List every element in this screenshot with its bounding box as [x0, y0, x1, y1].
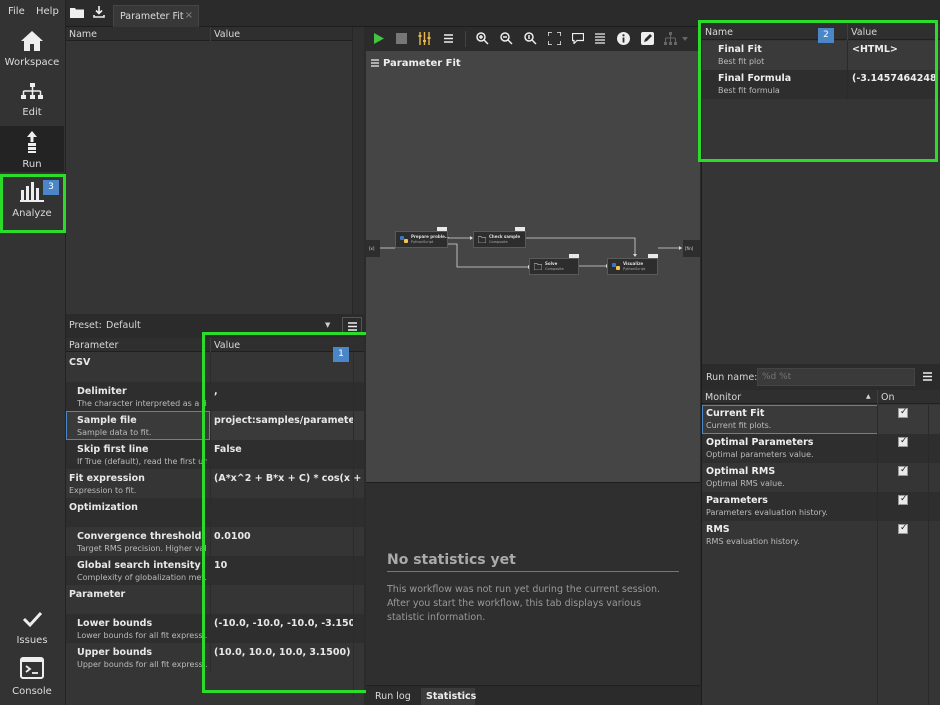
- sidebar-item-label: Issues: [16, 635, 48, 646]
- sidebar-item-label: Edit: [22, 107, 42, 118]
- chevron-down-icon[interactable]: [682, 37, 688, 41]
- monitor-row-optimal-rms[interactable]: Optimal RMS Optimal RMS value.: [702, 463, 940, 492]
- column-header-on[interactable]: On: [881, 392, 895, 403]
- sidebar-item-console[interactable]: Console: [0, 656, 64, 700]
- zoom-reset-icon[interactable]: [524, 32, 537, 45]
- workflow-output-port[interactable]: [fin]: [683, 240, 700, 257]
- folder-icon: [478, 236, 486, 243]
- monitor-row-rms[interactable]: RMS RMS evaluation history.: [702, 521, 940, 550]
- fit-view-icon[interactable]: [548, 32, 561, 45]
- stats-divider: [387, 571, 679, 572]
- variables-scrollbar[interactable]: [352, 27, 364, 314]
- sidebar-item-label: Run: [22, 159, 42, 170]
- column-header-name[interactable]: Name: [69, 29, 97, 40]
- node-check-sample[interactable]: Check sample Composite: [473, 227, 526, 248]
- sidebar-item-label: Console: [12, 686, 52, 697]
- node-visualize[interactable]: Visualize PythonScript: [607, 254, 658, 275]
- sidebar-item-issues[interactable]: Issues: [0, 608, 64, 648]
- comment-icon[interactable]: [572, 33, 584, 44]
- run-icon: [27, 131, 37, 153]
- sidebar: Workspace Edit Run Analyze 3 Issues Cons…: [0, 24, 66, 705]
- download-icon[interactable]: [93, 6, 105, 18]
- sliders-icon[interactable]: [418, 32, 431, 45]
- statistics-panel: No statistics yet This workflow was not …: [366, 482, 700, 705]
- monitor-row-parameters[interactable]: Parameters Parameters evaluation history…: [702, 492, 940, 521]
- monitor-checkbox[interactable]: [898, 523, 908, 534]
- column-header-parameter[interactable]: Parameter: [69, 340, 118, 351]
- node-port[interactable]: [437, 227, 447, 231]
- python-icon: [400, 236, 408, 243]
- monitor-checkbox[interactable]: [898, 436, 908, 447]
- folder-icon[interactable]: [70, 7, 84, 18]
- variables-panel: Name Value: [66, 27, 364, 314]
- highlight-box-1: [202, 332, 370, 693]
- stop-icon[interactable]: [396, 33, 407, 44]
- monitor-checkbox[interactable]: [898, 465, 908, 476]
- monitor-row-optimal-parameters[interactable]: Optimal Parameters Optimal parameters va…: [702, 434, 940, 463]
- python-icon: [612, 263, 620, 270]
- chevron-down-icon[interactable]: ▼: [325, 321, 330, 329]
- folder-icon: [534, 263, 542, 270]
- variables-header: Name Value: [66, 27, 364, 41]
- node-port[interactable]: [648, 254, 658, 258]
- menu-bar: File Help: [0, 0, 66, 24]
- highlight-box-3: [0, 174, 66, 233]
- monitor-checkbox[interactable]: [898, 494, 908, 505]
- zoom-in-icon[interactable]: [476, 32, 489, 45]
- zoom-out-icon[interactable]: [500, 32, 513, 45]
- bottom-tab-bar: Run log Statistics: [366, 685, 700, 705]
- column-header-value[interactable]: Value: [214, 29, 240, 40]
- sidebar-item-label: Workspace: [4, 57, 60, 68]
- node-port[interactable]: [569, 254, 579, 258]
- callout-badge-2: 2: [818, 28, 834, 43]
- sort-up-icon[interactable]: ▲: [866, 393, 871, 400]
- sidebar-item-edit[interactable]: Edit: [0, 76, 64, 122]
- node-prepare-problem[interactable]: Prepare proble... PythonScript: [395, 227, 449, 248]
- diagram-icon: [21, 83, 43, 99]
- workflow-input-port[interactable]: [x]: [366, 240, 380, 257]
- monitor-panel: Monitor ▲ On Current Fit Current fit plo…: [701, 390, 940, 705]
- menu-icon[interactable]: [444, 34, 453, 43]
- sidebar-item-workspace[interactable]: Workspace: [0, 26, 64, 72]
- play-icon[interactable]: [373, 33, 384, 44]
- run-name-label: Run name:: [706, 372, 758, 383]
- console-icon: [20, 657, 44, 679]
- workflow-canvas[interactable]: Parameter Fit [x] [fin] Prepare proble..…: [366, 51, 700, 482]
- monitor-header: Monitor ▲ On: [702, 390, 940, 404]
- menu-file[interactable]: File: [8, 6, 25, 17]
- tab-parameter-fit[interactable]: Parameter Fit ×: [113, 5, 199, 27]
- tab-title: Parameter Fit: [120, 11, 184, 22]
- menu-icon[interactable]: [923, 372, 932, 381]
- menu-icon: [348, 322, 357, 331]
- list-icon[interactable]: [595, 33, 605, 44]
- preset-select[interactable]: Default: [106, 320, 141, 331]
- close-icon[interactable]: ×: [185, 10, 193, 21]
- stats-body: This workflow was not run yet during the…: [387, 584, 661, 623]
- checkmark-icon: [22, 611, 43, 628]
- monitor-row-current-fit[interactable]: Current Fit Current fit plots.: [702, 405, 940, 434]
- info-icon[interactable]: [617, 32, 630, 45]
- run-name-input[interactable]: [757, 368, 915, 386]
- edit-icon[interactable]: [641, 32, 654, 45]
- monitor-checkbox[interactable]: [898, 407, 908, 418]
- callout-badge-1: 1: [333, 347, 349, 362]
- node-solve[interactable]: Solve Composite: [529, 254, 579, 275]
- node-port[interactable]: [515, 227, 525, 231]
- menu-help[interactable]: Help: [36, 6, 59, 17]
- canvas-toolbar: [366, 27, 700, 51]
- house-icon: [21, 31, 43, 51]
- stats-title: No statistics yet: [387, 552, 516, 568]
- column-header-monitor[interactable]: Monitor: [705, 392, 741, 403]
- run-name-bar: Run name:: [701, 364, 940, 390]
- tab-run-log[interactable]: Run log: [375, 691, 411, 702]
- sidebar-item-run[interactable]: Run: [0, 126, 64, 172]
- hierarchy-icon[interactable]: [664, 32, 677, 45]
- preset-label: Preset:: [69, 320, 102, 331]
- tab-statistics[interactable]: Statistics: [421, 688, 476, 705]
